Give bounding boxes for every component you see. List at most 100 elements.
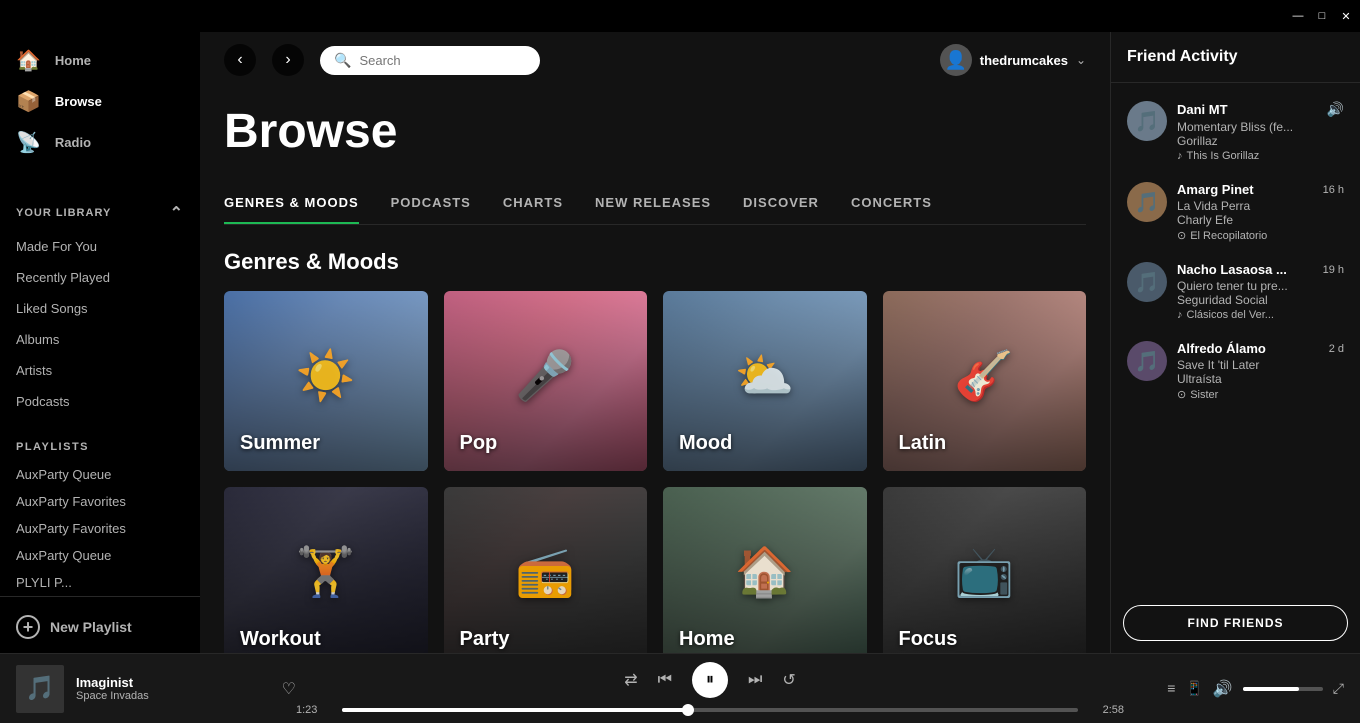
library-artists[interactable]: Artists: [0, 355, 200, 386]
tab-new-releases[interactable]: NEW RELEASES: [595, 183, 711, 224]
genre-label-pop: Pop: [460, 432, 632, 455]
next-button[interactable]: ⏭: [748, 671, 762, 689]
close-btn[interactable]: ✕: [1340, 10, 1352, 22]
tab-charts[interactable]: CHARTS: [503, 183, 563, 224]
genre-card-party-overlay: 📻 Party: [444, 487, 648, 653]
workout-icon: 🏋️: [296, 543, 356, 600]
queue-icon[interactable]: ≡: [1167, 680, 1175, 697]
tab-podcasts[interactable]: PODCASTS: [391, 183, 471, 224]
repeat-button[interactable]: ↺: [782, 670, 795, 690]
library-made-for-you[interactable]: Made For You: [0, 231, 200, 262]
search-input[interactable]: [359, 53, 526, 68]
friend-artist-amarg: Charly Efe: [1177, 213, 1344, 227]
genre-card-mood[interactable]: ⛅ Mood: [663, 291, 867, 471]
genre-label-mood: Mood: [679, 432, 851, 455]
like-button[interactable]: ♡: [282, 679, 296, 699]
app-body: 🏠 Home 📦 Browse 📡 Radio YOUR LIBRARY ⌃ M…: [0, 32, 1360, 653]
progress-bar[interactable]: [342, 708, 1078, 712]
playlist-item-4[interactable]: PLYLI P...: [0, 569, 200, 596]
player-center: ⇄ ⏮ ⏸ ⏭ ↺ 1:23 2:58: [296, 662, 1124, 716]
friend-item-nacho[interactable]: 🎵 Nacho Lasaosa ... 19 h Quiero tener tu…: [1119, 252, 1352, 331]
genre-card-workout[interactable]: 🏋️ Workout: [224, 487, 428, 653]
latin-icon: 🎸: [954, 347, 1014, 404]
friend-song-dani: Momentary Bliss (fe...: [1177, 120, 1344, 134]
forward-button[interactable]: ›: [272, 44, 304, 76]
genre-card-latin[interactable]: 🎸 Latin: [883, 291, 1087, 471]
volume-fill: [1243, 687, 1299, 691]
friend-time-nacho: 19 h: [1323, 264, 1344, 276]
sidebar: 🏠 Home 📦 Browse 📡 Radio YOUR LIBRARY ⌃ M…: [0, 32, 200, 653]
library-liked-songs[interactable]: Liked Songs: [0, 293, 200, 324]
friend-time-alfredo: 2 d: [1329, 343, 1344, 355]
track-artist: Space Invadas: [76, 690, 270, 702]
friend-info-dani: Dani MT 🔊 Momentary Bliss (fe... Gorilla…: [1177, 101, 1344, 162]
devices-icon[interactable]: 📱: [1185, 680, 1202, 697]
volume-bar[interactable]: [1243, 687, 1323, 691]
genre-card-home[interactable]: 🏠 Home: [663, 487, 867, 653]
fullscreen-icon[interactable]: ⤢: [1333, 680, 1344, 697]
playlist-item-3[interactable]: AuxParty Queue: [0, 542, 200, 569]
friend-activity-panel: Friend Activity 🎵 Dani MT 🔊 Momentary Bl…: [1110, 32, 1360, 653]
friend-avatar-dani: 🎵: [1127, 101, 1167, 141]
tab-discover[interactable]: DISCOVER: [743, 183, 819, 224]
find-friends-button[interactable]: FIND FRIENDS: [1123, 605, 1348, 641]
friend-avatar-nacho: 🎵: [1127, 262, 1167, 302]
library-podcasts[interactable]: Podcasts: [0, 386, 200, 417]
friend-playlist-dani: ♪ This Is Gorillaz: [1177, 150, 1344, 162]
play-pause-button[interactable]: ⏸: [692, 662, 728, 698]
sidebar-item-browse[interactable]: 📦 Browse: [0, 81, 200, 122]
friend-item-alfredo[interactable]: 🎵 Alfredo Álamo 2 d Save It 'til Later U…: [1119, 331, 1352, 411]
track-info: Imaginist Space Invadas: [76, 675, 270, 702]
sidebar-item-browse-label: Browse: [55, 94, 102, 109]
top-bar-left: ‹ › 🔍: [224, 44, 540, 76]
minimize-btn[interactable]: —: [1292, 10, 1304, 22]
genre-label-focus: Focus: [899, 628, 1071, 651]
summer-icon: ☀️: [296, 347, 356, 404]
friend-item-dani[interactable]: 🎵 Dani MT 🔊 Momentary Bliss (fe... Goril…: [1119, 91, 1352, 172]
maximize-btn[interactable]: □: [1316, 10, 1328, 22]
library-recently-played[interactable]: Recently Played: [0, 262, 200, 293]
chevron-up-icon[interactable]: ⌃: [170, 203, 184, 223]
playlist-item-2[interactable]: AuxParty Favorites: [0, 515, 200, 542]
back-button[interactable]: ‹: [224, 44, 256, 76]
sidebar-footer: + New Playlist: [0, 596, 200, 653]
genre-card-focus[interactable]: 📺 Focus: [883, 487, 1087, 653]
tab-concerts[interactable]: CONCERTS: [851, 183, 932, 224]
sidebar-item-home[interactable]: 🏠 Home: [0, 40, 200, 81]
shuffle-button[interactable]: ⇄: [624, 670, 637, 690]
genre-label-summer: Summer: [240, 432, 412, 455]
playlists-section-title: PLAYLISTS: [0, 433, 200, 461]
friend-playlist-alfredo: ⊙ Sister: [1177, 388, 1344, 401]
friend-name-dani: Dani MT: [1177, 102, 1228, 117]
genre-card-party[interactable]: 📻 Party: [444, 487, 648, 653]
tab-genres-moods[interactable]: GENRES & MOODS: [224, 183, 359, 224]
genre-card-pop[interactable]: 🎤 Pop: [444, 291, 648, 471]
avatar: 👤: [940, 44, 972, 76]
friend-header-nacho: Nacho Lasaosa ... 19 h: [1177, 262, 1344, 277]
search-bar: 🔍: [320, 46, 540, 75]
library-albums[interactable]: Albums: [0, 324, 200, 355]
page-title: Browse: [224, 104, 1086, 159]
browse-icon: 📦: [16, 89, 41, 114]
sidebar-item-radio[interactable]: 📡 Radio: [0, 122, 200, 163]
new-playlist-icon: +: [16, 615, 40, 639]
friend-song-alfredo: Save It 'til Later: [1177, 358, 1344, 372]
friend-header-alfredo: Alfredo Álamo 2 d: [1177, 341, 1344, 356]
genre-card-summer[interactable]: ☀️ Summer: [224, 291, 428, 471]
friend-playlist-nacho: ♪ Clásicos del Ver...: [1177, 309, 1344, 321]
new-playlist-button[interactable]: + New Playlist: [16, 609, 184, 645]
playlist-item-1[interactable]: AuxParty Favorites: [0, 488, 200, 515]
genres-section-title: Genres & Moods: [224, 249, 1086, 275]
genre-card-latin-overlay: 🎸 Latin: [883, 291, 1087, 471]
home-icon: 🏠: [16, 48, 41, 73]
player-controls: ⇄ ⏮ ⏸ ⏭ ↺: [624, 662, 796, 698]
playlist-item-0[interactable]: AuxParty Queue: [0, 461, 200, 488]
user-menu[interactable]: 👤 thedrumcakes ⌄: [940, 44, 1086, 76]
friend-info-amarg: Amarg Pinet 16 h La Vida Perra Charly Ef…: [1177, 182, 1344, 242]
mood-icon: ⛅: [735, 347, 795, 404]
friend-song-amarg: La Vida Perra: [1177, 199, 1344, 213]
your-library-title: YOUR LIBRARY ⌃: [0, 187, 200, 231]
prev-button[interactable]: ⏮: [658, 671, 672, 689]
friend-item-amarg[interactable]: 🎵 Amarg Pinet 16 h La Vida Perra Charly …: [1119, 172, 1352, 252]
chevron-down-icon: ⌄: [1076, 53, 1086, 67]
